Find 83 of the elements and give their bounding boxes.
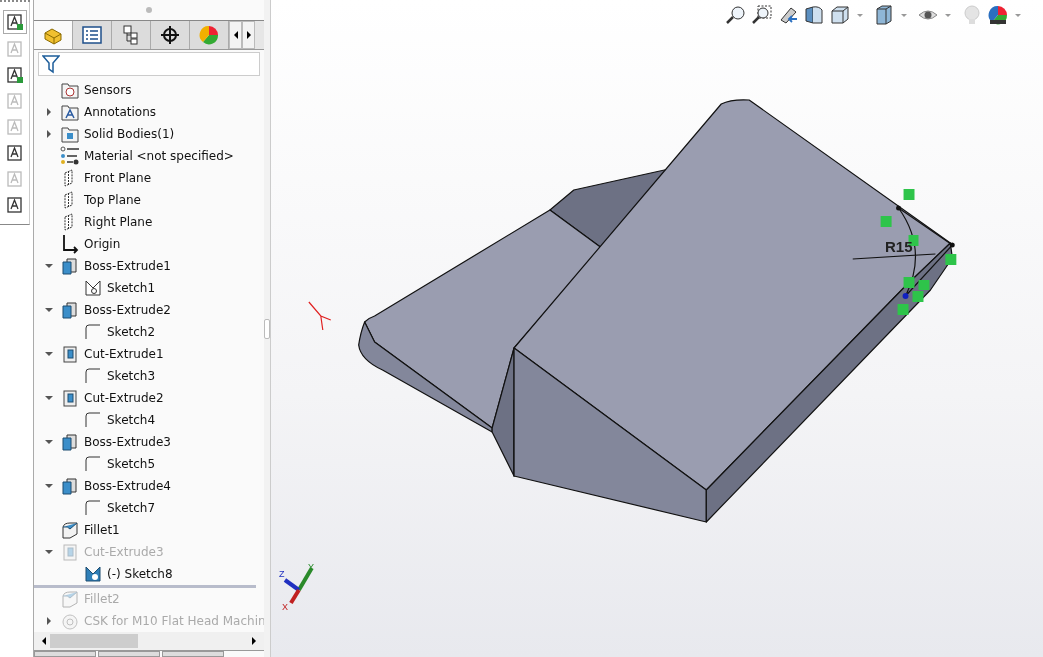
horizontal-scrollbar[interactable] bbox=[34, 632, 264, 650]
zoom-area-icon[interactable] bbox=[751, 4, 773, 26]
sketch-icon bbox=[83, 564, 103, 584]
tree-item[interactable]: Cut-Extrude1 bbox=[84, 347, 164, 361]
crosshair-icon bbox=[160, 25, 180, 45]
panel-grip-icon[interactable] bbox=[146, 7, 152, 13]
tree-item[interactable]: Sketch1 bbox=[107, 281, 156, 295]
tree-item[interactable]: Material <not specified> bbox=[84, 149, 234, 163]
color-wheel-icon bbox=[199, 25, 219, 45]
axis-label: Z bbox=[279, 570, 285, 579]
feature-icon bbox=[60, 432, 80, 452]
caret-icon[interactable] bbox=[901, 13, 907, 17]
sketch-icon bbox=[83, 498, 103, 518]
scroll-left-button[interactable] bbox=[229, 21, 242, 49]
tree-item[interactable]: Front Plane bbox=[84, 171, 152, 185]
folder-icon bbox=[60, 80, 80, 100]
tree-item[interactable]: Cut-Extrude2 bbox=[84, 391, 164, 405]
tree-item[interactable]: Fillet1 bbox=[84, 523, 120, 537]
tree-item[interactable]: Sketch5 bbox=[107, 457, 156, 471]
tree-item[interactable]: Sensors bbox=[84, 83, 132, 97]
filter-field[interactable] bbox=[38, 52, 260, 76]
feature-icon bbox=[60, 344, 80, 364]
expander-icon[interactable] bbox=[45, 550, 53, 554]
tree-item[interactable]: Origin bbox=[84, 237, 121, 251]
expander-icon[interactable] bbox=[47, 130, 51, 138]
tree-item[interactable]: Top Plane bbox=[84, 193, 141, 207]
sketch-icon bbox=[83, 366, 103, 386]
caret-icon[interactable] bbox=[945, 13, 951, 17]
feature-icon bbox=[60, 256, 80, 276]
feature-icon bbox=[60, 542, 80, 562]
tree-item[interactable]: Boss-Extrude3 bbox=[84, 435, 171, 449]
feature-icon bbox=[60, 388, 80, 408]
folder-icon bbox=[60, 124, 80, 144]
toolbar-tool-icon[interactable] bbox=[2, 10, 27, 34]
tree-item[interactable]: (-) Sketch8 bbox=[107, 567, 173, 581]
expander-icon[interactable] bbox=[47, 108, 51, 116]
sketch-icon bbox=[83, 278, 103, 298]
scroll-right-button[interactable] bbox=[242, 21, 255, 49]
zoom-to-fit-icon[interactable] bbox=[725, 4, 747, 26]
expander-icon[interactable] bbox=[45, 264, 53, 268]
axis-triad-drawing bbox=[283, 567, 314, 605]
caret-icon[interactable] bbox=[857, 13, 863, 17]
fillet-icon bbox=[60, 520, 80, 540]
tree-item[interactable]: Sketch2 bbox=[107, 325, 156, 339]
axis-label: X bbox=[282, 603, 288, 612]
tree-item[interactable]: Solid Bodies(1) bbox=[84, 127, 175, 141]
feature-icon bbox=[60, 476, 80, 496]
material-icon bbox=[60, 146, 80, 166]
expander-icon[interactable] bbox=[47, 617, 51, 625]
expander-icon[interactable] bbox=[45, 440, 53, 444]
tree-item[interactable]: Boss-Extrude2 bbox=[84, 303, 171, 317]
tree-item[interactable]: Right Plane bbox=[84, 215, 153, 229]
filter-icon bbox=[42, 54, 60, 74]
hierarchy-icon bbox=[122, 25, 140, 45]
feature-icon bbox=[60, 300, 80, 320]
view-orientation-icon[interactable] bbox=[829, 4, 851, 26]
section-view-icon[interactable] bbox=[803, 4, 825, 26]
tree-item[interactable]: Sketch4 bbox=[107, 413, 156, 427]
tree-item[interactable]: Sketch7 bbox=[107, 501, 156, 515]
expander-icon[interactable] bbox=[45, 308, 53, 312]
hole-icon bbox=[60, 611, 80, 631]
reference-arrow-icon bbox=[308, 301, 332, 331]
tree-item[interactable]: Sketch3 bbox=[107, 369, 156, 383]
fillet-icon bbox=[60, 589, 80, 609]
caret-icon[interactable] bbox=[1015, 13, 1021, 17]
scene-icon[interactable] bbox=[987, 4, 1009, 26]
tree-item[interactable]: Annotations bbox=[84, 105, 157, 119]
expander-icon[interactable] bbox=[45, 484, 53, 488]
splitter-handle[interactable] bbox=[264, 318, 270, 339]
sketch-icon bbox=[83, 410, 103, 430]
origin-icon bbox=[60, 234, 80, 254]
panel-tab[interactable] bbox=[151, 21, 190, 49]
sketch-icon bbox=[83, 454, 103, 474]
expander-icon[interactable] bbox=[45, 396, 53, 400]
display-style-icon[interactable] bbox=[873, 4, 895, 26]
list-icon bbox=[82, 26, 102, 44]
folder-icon bbox=[60, 102, 80, 122]
axis-label: Y bbox=[308, 563, 314, 572]
sketch-icon bbox=[83, 322, 103, 342]
dimension-label[interactable]: R15 bbox=[885, 238, 913, 255]
expander-icon[interactable] bbox=[45, 352, 53, 356]
tree-item[interactable]: Boss-Extrude4 bbox=[84, 479, 171, 493]
tree-item[interactable]: Boss-Extrude1 bbox=[84, 259, 171, 273]
